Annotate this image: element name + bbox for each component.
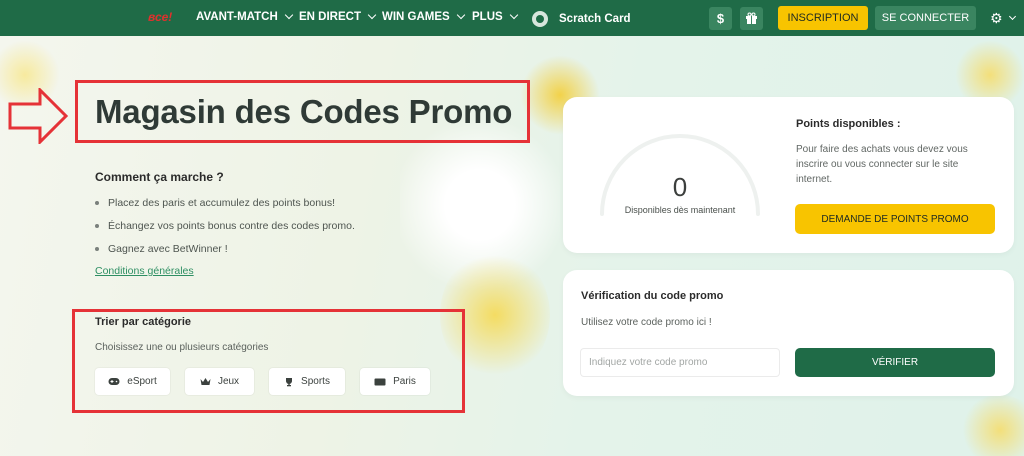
nav-plus-label: PLUS (472, 11, 503, 23)
points-heading: Points disponibles : (796, 118, 901, 130)
nav-win-games-label: WIN GAMES (382, 11, 450, 23)
category-chip-sports[interactable]: Sports (269, 368, 345, 395)
list-item: Gagnez avec BetWinner ! (95, 243, 355, 266)
gamepad-icon (108, 378, 120, 385)
chevron-down-icon (509, 10, 518, 20)
how-it-works-list: Placez des paris et accumulez des points… (95, 197, 355, 266)
dollar-icon: $ (716, 11, 725, 26)
category-chip-label: eSport (127, 376, 157, 387)
category-subtitle: Choisissez une ou plusieurs catégories (95, 342, 269, 353)
nav-plus[interactable]: PLUS (472, 10, 518, 23)
gear-icon: ⚙ (990, 10, 1003, 26)
gift-icon (746, 12, 757, 24)
nav-en-direct-label: EN DIRECT (299, 11, 361, 23)
nav-scratch-card[interactable]: Scratch Card (532, 11, 631, 27)
red-arrow-annotation-icon (8, 88, 69, 144)
chevron-down-icon (367, 10, 377, 20)
verification-heading: Vérification du code promo (581, 290, 724, 302)
nav-scratch-card-label: Scratch Card (559, 13, 631, 25)
category-chip-label: Paris (393, 376, 416, 387)
category-chip-label: Jeux (217, 376, 240, 387)
verify-button[interactable]: VÉRIFIER (795, 348, 995, 377)
category-chip-paris[interactable]: Paris (360, 368, 430, 395)
list-item-text: Gagnez avec BetWinner ! (108, 243, 228, 255)
nav-avant-match-label: AVANT-MATCH (196, 11, 278, 23)
terms-link[interactable]: Conditions générales (95, 265, 194, 277)
points-gauge-label: Disponibles dès maintenant (624, 205, 736, 215)
bullet-icon (95, 201, 99, 205)
decorative-blob (960, 395, 1024, 456)
trophy-icon (286, 377, 293, 386)
category-chip-esport[interactable]: eSport (95, 368, 170, 395)
points-value: 0 (672, 172, 688, 202)
chevron-down-icon (284, 10, 294, 20)
how-it-works-heading: Comment ça marche ? (95, 170, 224, 184)
chevron-down-icon (456, 10, 465, 20)
bullet-icon (95, 247, 99, 251)
points-description: Pour faire des achats vous devez vous in… (796, 144, 968, 185)
list-item-text: Échangez vos points bonus contre des cod… (108, 220, 355, 232)
list-item: Échangez vos points bonus contre des cod… (95, 220, 355, 243)
list-item: Placez des paris et accumulez des points… (95, 197, 355, 220)
inscription-button[interactable]: INSCRIPTION (778, 6, 868, 30)
site-logo[interactable]: все! (148, 10, 172, 24)
deposit-button[interactable]: $ (709, 7, 732, 30)
bullet-icon (95, 224, 99, 228)
chevron-down-icon (1008, 12, 1016, 21)
verification-subtitle: Utilisez votre code promo ici ! (581, 317, 712, 328)
nav-avant-match[interactable]: AVANT-MATCH (196, 10, 294, 23)
nav-win-games[interactable]: WIN GAMES (382, 10, 465, 23)
promo-code-input[interactable] (580, 348, 780, 377)
settings-menu[interactable]: ⚙ (990, 10, 1016, 27)
top-navbar: все! AVANT-MATCH EN DIRECT WIN GAMES PLU… (0, 0, 1024, 36)
scratch-card-icon (532, 11, 548, 27)
list-item-text: Placez des paris et accumulez des points… (108, 197, 336, 209)
nav-en-direct[interactable]: EN DIRECT (299, 10, 377, 23)
category-chip-label: Sports (301, 376, 330, 387)
connect-button[interactable]: SE CONNECTER (875, 6, 976, 30)
promo-verification-card (563, 270, 1014, 396)
crown-icon (200, 378, 211, 385)
category-chip-jeux[interactable]: Jeux (185, 368, 254, 395)
category-heading: Trier par catégorie (95, 316, 191, 328)
page-title: Magasin des Codes Promo (95, 93, 513, 130)
ticket-icon (374, 378, 386, 385)
request-points-button[interactable]: DEMANDE DE POINTS PROMO (795, 204, 995, 234)
gift-button[interactable] (740, 7, 763, 30)
